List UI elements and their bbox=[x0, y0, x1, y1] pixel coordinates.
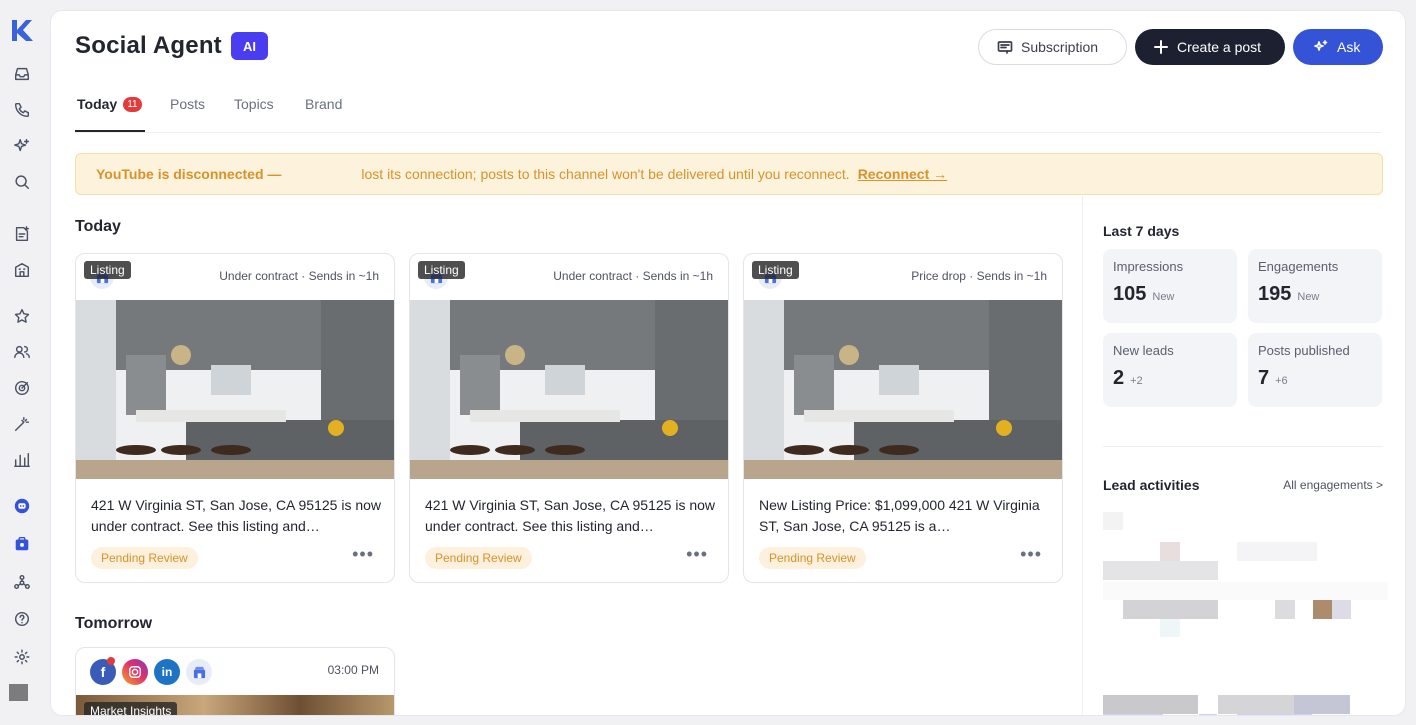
tab-today[interactable]: Today 11 bbox=[77, 95, 142, 133]
tab-today-count: 11 bbox=[123, 97, 142, 112]
listing-photo bbox=[76, 300, 394, 479]
card-text: 421 W Virginia ST, San Jose, CA 95125 is… bbox=[425, 497, 715, 534]
stat-new-leads: New leads 2 +2 bbox=[1103, 333, 1237, 407]
active-tab-indicator bbox=[75, 130, 145, 132]
subscription-label: Subscription bbox=[1021, 39, 1099, 55]
sidebar bbox=[0, 0, 44, 725]
stat-delta: New bbox=[1297, 291, 1320, 303]
people-icon[interactable] bbox=[12, 342, 32, 362]
more-options-icon[interactable]: ••• bbox=[686, 545, 708, 563]
subscription-button[interactable]: Subscription bbox=[978, 29, 1127, 65]
card-status: Under contract · Sends in ~1h bbox=[219, 269, 379, 283]
sparkle-icon bbox=[1314, 40, 1328, 51]
star-icon[interactable] bbox=[12, 306, 32, 326]
stat-value: 195 bbox=[1258, 283, 1292, 305]
card-tag: Listing bbox=[84, 261, 131, 279]
stat-delta: +2 bbox=[1130, 375, 1143, 387]
main-panel: Social Agent AI Subscription Create a po… bbox=[50, 10, 1406, 716]
post-card[interactable]: Price drop · Sends in ~1h Listing New Li… bbox=[743, 253, 1063, 583]
tab-brand-label: Brand bbox=[305, 96, 343, 112]
more-options-icon[interactable]: ••• bbox=[1020, 545, 1042, 563]
bar-chart-icon[interactable] bbox=[12, 450, 32, 470]
stat-delta: New bbox=[1152, 291, 1175, 303]
tab-today-label: Today bbox=[77, 96, 118, 112]
banner-title: YouTube is disconnected — bbox=[96, 166, 282, 182]
stat-posts-published: Posts published 7 +6 bbox=[1248, 333, 1382, 407]
stat-label: Impressions bbox=[1113, 259, 1184, 274]
linkedin-icon: in bbox=[154, 659, 180, 685]
create-post-label: Create a post bbox=[1177, 39, 1262, 55]
card-tag: Market Insights bbox=[84, 702, 178, 715]
divider bbox=[1103, 446, 1383, 447]
tab-topics-label: Topics bbox=[234, 96, 274, 112]
inbox-icon[interactable] bbox=[12, 64, 32, 84]
target-icon[interactable] bbox=[12, 378, 32, 398]
card-status: Price drop · Sends in ~1h bbox=[911, 269, 1047, 283]
review-status-badge: Pending Review bbox=[425, 547, 532, 569]
settings-icon[interactable] bbox=[12, 647, 32, 667]
create-post-button[interactable]: Create a post bbox=[1135, 29, 1285, 65]
review-status-badge: Pending Review bbox=[759, 547, 866, 569]
ask-button[interactable]: Ask bbox=[1293, 29, 1383, 65]
stat-label: Posts published bbox=[1258, 343, 1350, 358]
lead-activities-heading: Lead activities bbox=[1103, 477, 1200, 493]
card-tag: Listing bbox=[752, 261, 799, 279]
today-heading: Today bbox=[75, 218, 121, 235]
instagram-icon bbox=[122, 659, 148, 685]
more-options-icon[interactable]: ••• bbox=[352, 545, 374, 563]
card-text: 421 W Virginia ST, San Jose, CA 95125 is… bbox=[91, 497, 381, 534]
subscription-icon bbox=[997, 41, 1013, 54]
tab-posts-label: Posts bbox=[170, 96, 206, 112]
tab-topics[interactable]: Topics bbox=[234, 95, 274, 133]
social-agent-icon[interactable] bbox=[12, 496, 32, 516]
stat-value: 2 bbox=[1113, 367, 1125, 389]
listing-photo bbox=[410, 300, 728, 479]
tomorrow-post-card[interactable]: f in 03:00 PM Market Insights bbox=[75, 647, 395, 715]
disconnected-banner: YouTube is disconnected — lost its conne… bbox=[75, 153, 1383, 195]
tab-posts[interactable]: Posts bbox=[170, 95, 205, 133]
plus-icon bbox=[1154, 40, 1168, 54]
stat-label: Engagements bbox=[1258, 259, 1339, 274]
stat-delta: +6 bbox=[1275, 375, 1288, 387]
avatar-icon[interactable] bbox=[9, 684, 28, 701]
card-status: Under contract · Sends in ~1h bbox=[553, 269, 713, 283]
page-title: Social Agent bbox=[75, 32, 222, 59]
logo-icon[interactable] bbox=[9, 17, 35, 43]
building-icon[interactable] bbox=[12, 260, 32, 280]
tab-bar: Today 11 Posts Topics Brand bbox=[75, 95, 1381, 133]
scheduled-time: 03:00 PM bbox=[327, 663, 379, 677]
listing-photo bbox=[744, 300, 1062, 479]
post-card[interactable]: Under contract · Sends in ~1h Listing 42… bbox=[409, 253, 729, 583]
all-engagements-link[interactable]: All engagements > bbox=[1283, 478, 1383, 492]
stat-impressions: Impressions 105 New bbox=[1103, 249, 1237, 323]
ask-label: Ask bbox=[1337, 39, 1361, 55]
sparkles-icon[interactable] bbox=[12, 136, 32, 156]
magic-wand-icon[interactable] bbox=[12, 414, 32, 434]
notification-dot bbox=[107, 657, 115, 665]
phone-icon[interactable] bbox=[12, 100, 32, 120]
post-card[interactable]: Under contract · Sends in ~1h Listing 42… bbox=[75, 253, 395, 583]
briefcase-icon[interactable] bbox=[12, 534, 32, 554]
stat-value: 7 bbox=[1258, 367, 1270, 389]
stats-heading: Last 7 days bbox=[1103, 223, 1180, 239]
tab-brand[interactable]: Brand bbox=[305, 95, 342, 133]
search-icon[interactable] bbox=[12, 172, 32, 192]
card-text: New Listing Price: $1,099,000 421 W Virg… bbox=[759, 497, 1040, 534]
help-icon[interactable] bbox=[12, 609, 32, 629]
right-panel-divider bbox=[1082, 196, 1083, 715]
google-business-icon bbox=[186, 659, 212, 685]
document-add-icon[interactable] bbox=[12, 224, 32, 244]
review-status-badge: Pending Review bbox=[91, 547, 198, 569]
stat-engagements: Engagements 195 New bbox=[1248, 249, 1382, 323]
stat-value: 105 bbox=[1113, 283, 1147, 305]
card-tag: Listing bbox=[418, 261, 465, 279]
tomorrow-heading: Tomorrow bbox=[75, 615, 153, 632]
banner-message: lost its connection; posts to this chann… bbox=[361, 166, 850, 182]
ai-badge: AI bbox=[231, 32, 268, 60]
stat-label: New leads bbox=[1113, 343, 1174, 358]
reconnect-link[interactable]: Reconnect → bbox=[858, 166, 947, 182]
network-icon[interactable] bbox=[12, 572, 32, 592]
